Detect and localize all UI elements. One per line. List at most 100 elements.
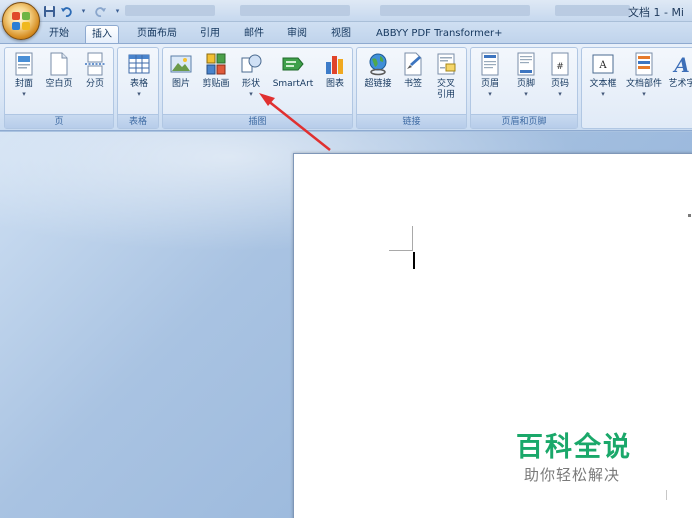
page-number-icon: # <box>549 52 571 76</box>
bookmark-button[interactable]: 书签 <box>399 50 427 90</box>
office-button[interactable] <box>2 2 40 40</box>
footer-button[interactable]: 页脚 ▾ <box>509 50 543 99</box>
shapes-icon <box>240 52 262 76</box>
undo-dropdown-button[interactable]: ▾ <box>76 4 91 19</box>
footer-label: 页脚 <box>516 79 535 89</box>
tab-references[interactable]: 引用 <box>194 25 226 44</box>
tab-insert[interactable]: 插入 <box>85 25 119 44</box>
chevron-down-icon: ▾ <box>22 90 26 98</box>
smartart-icon <box>282 52 304 76</box>
svg-text:A: A <box>598 60 607 71</box>
group-label-page: 页 <box>5 114 113 128</box>
picture-label: 图片 <box>171 79 190 89</box>
tab-home[interactable]: 开始 <box>43 25 75 44</box>
ribbon-tabs: 开始 插入 页面布局 引用 邮件 审阅 视图 ABBYY PDF Transfo… <box>0 22 692 44</box>
save-icon <box>44 5 55 17</box>
smartart-label: SmartArt <box>272 79 314 89</box>
cross-reference-button[interactable]: 交叉 引用 <box>429 50 463 101</box>
group-label-illustrations: 插图 <box>163 114 352 128</box>
office-logo-icon <box>12 12 32 32</box>
redo-button[interactable] <box>93 4 108 19</box>
smartart-button[interactable]: SmartArt <box>268 50 318 90</box>
clip-art-label: 剪贴画 <box>202 79 230 89</box>
wordart-icon: A <box>671 52 692 77</box>
window-title: 文档 1 - Mi <box>627 6 684 19</box>
svg-text:A: A <box>672 53 690 76</box>
margin-corner-mark <box>412 226 413 250</box>
group-label-header-footer: 页眉和页脚 <box>471 114 577 128</box>
chevron-down-icon: ▾ <box>488 90 492 98</box>
text-box-icon: A <box>592 52 614 76</box>
clip-art-button[interactable]: 剪贴画 <box>198 50 234 90</box>
chart-button[interactable]: 图表 <box>319 50 351 90</box>
cross-reference-label-2: 引用 <box>436 90 455 100</box>
tab-abbyy[interactable]: ABBYY PDF Transformer+ <box>370 25 508 44</box>
ribbon: 封面 ▾ 空白页 分页 页 表格 ▾ 表格 图片 剪贴画 形状 ▾ SmartA… <box>0 43 692 131</box>
footer-icon <box>515 52 537 76</box>
margin-corner-mark <box>389 250 413 251</box>
tab-view[interactable]: 视图 <box>325 25 357 44</box>
watermark-title: 百科全说 <box>516 432 632 463</box>
blurred-area <box>380 5 530 16</box>
chevron-down-icon: ▾ <box>601 90 605 98</box>
chevron-down-icon: ▾ <box>524 90 528 98</box>
quick-parts-icon <box>633 52 655 76</box>
bookmark-icon <box>402 52 424 76</box>
quick-parts-button[interactable]: 文档部件 ▾ <box>622 50 666 99</box>
cross-reference-label-1: 交叉 <box>436 79 455 89</box>
shapes-button[interactable]: 形状 ▾ <box>236 50 266 99</box>
watermark-subtitle: 助你轻松解决 <box>524 466 621 484</box>
tab-review[interactable]: 审阅 <box>281 25 313 44</box>
page-number-button[interactable]: # 页码 ▾ <box>544 50 576 99</box>
group-header-footer: 页眉 ▾ 页脚 ▾ # 页码 ▾ 页眉和页脚 <box>470 47 578 129</box>
group-label-table: 表格 <box>118 114 158 128</box>
cover-page-label: 封面 <box>14 79 33 89</box>
blurred-area <box>125 5 215 16</box>
chevron-down-icon: ▾ <box>81 7 86 15</box>
margin-corner-mark <box>688 214 691 217</box>
table-button[interactable]: 表格 ▾ <box>122 50 156 99</box>
blurred-area <box>240 5 350 16</box>
document-page[interactable] <box>293 153 692 518</box>
title-bar: ▾ ▾ 文档 1 - Mi <box>0 0 692 22</box>
globe-icon <box>367 52 389 76</box>
wordart-button[interactable]: A 艺术字 <box>666 50 692 90</box>
tab-mailings[interactable]: 邮件 <box>238 25 270 44</box>
page-break-label: 分页 <box>85 79 104 89</box>
group-table: 表格 ▾ 表格 <box>117 47 159 129</box>
quick-parts-label: 文档部件 <box>625 79 662 89</box>
cover-page-icon <box>13 52 35 76</box>
text-box-button[interactable]: A 文本框 ▾ <box>585 50 621 99</box>
chevron-down-icon: ▾ <box>558 90 562 98</box>
header-icon <box>479 52 501 76</box>
bookmark-label: 书签 <box>403 79 422 89</box>
chevron-down-icon: ▾ <box>249 90 253 98</box>
tab-page-layout[interactable]: 页面布局 <box>131 25 183 44</box>
page-number-label: 页码 <box>550 79 569 89</box>
hyperlink-button[interactable]: 超链接 <box>359 50 397 90</box>
undo-icon <box>61 6 72 17</box>
blank-page-button[interactable]: 空白页 <box>41 50 77 90</box>
hyperlink-label: 超链接 <box>364 79 392 89</box>
cover-page-button[interactable]: 封面 ▾ <box>8 50 40 99</box>
margin-corner-mark <box>666 490 667 500</box>
table-icon <box>128 52 150 76</box>
quick-access-toolbar: ▾ ▾ <box>42 3 125 19</box>
chevron-down-icon: ▾ <box>642 90 646 98</box>
text-cursor <box>413 252 415 269</box>
picture-button[interactable]: 图片 <box>166 50 196 90</box>
save-button[interactable] <box>42 4 57 19</box>
blurred-area <box>555 5 630 16</box>
header-button[interactable]: 页眉 ▾ <box>473 50 507 99</box>
blank-page-icon <box>48 52 70 76</box>
header-label: 页眉 <box>480 79 499 89</box>
clip-art-icon <box>205 52 227 76</box>
chart-icon <box>324 52 346 76</box>
undo-button[interactable] <box>59 4 74 19</box>
table-label: 表格 <box>129 79 148 89</box>
page-break-button[interactable]: 分页 <box>79 50 111 90</box>
svg-text:#: # <box>556 62 564 72</box>
customize-qat-button[interactable]: ▾ <box>110 4 125 19</box>
blank-page-label: 空白页 <box>45 79 73 89</box>
group-page: 封面 ▾ 空白页 分页 页 <box>4 47 114 129</box>
